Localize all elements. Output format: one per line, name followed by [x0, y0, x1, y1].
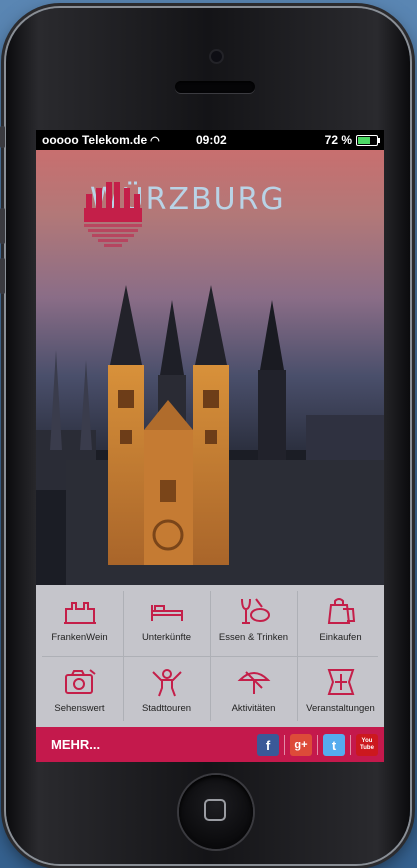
front-camera	[211, 51, 222, 62]
wifi-icon: ◠	[150, 134, 160, 147]
clock: 09:02	[196, 133, 227, 147]
bottom-bar: MEHR... f g+ t You Tube	[36, 727, 384, 762]
menu-item-label: Stadttouren	[141, 703, 192, 714]
menu-item-sehenswert[interactable]: Sehenswert	[36, 656, 123, 727]
menu-item-label: Unterkünfte	[141, 632, 192, 643]
phone-frame: ooooo Telekom.de ◠ 09:02 72 % WÜRZBURG F…	[0, 8, 410, 864]
volume-down-button	[0, 258, 5, 294]
bed-icon	[150, 605, 183, 621]
mute-switch	[0, 126, 5, 148]
google-plus-icon[interactable]: g+	[290, 734, 312, 756]
screen: ooooo Telekom.de ◠ 09:02 72 % WÜRZBURG F…	[36, 130, 384, 762]
food-drink-icon	[240, 598, 270, 624]
cathedral-logo-icon	[84, 182, 142, 247]
menu-item-unterkuenfte[interactable]: Unterkünfte	[123, 585, 210, 656]
menu-item-aktivitaeten[interactable]: Aktivitäten	[210, 656, 297, 727]
menu-item-label: FrankenWein	[51, 632, 108, 643]
menu-item-label: Sehenswert	[54, 703, 105, 714]
menu-item-label: Einkaufen	[319, 632, 362, 643]
hero-image: WÜRZBURG	[36, 150, 384, 585]
menu-item-stadttouren[interactable]: Stadttouren	[123, 656, 210, 727]
carrier: ooooo Telekom.de ◠	[42, 133, 160, 147]
camera-icon	[64, 669, 96, 694]
social-links: f g+ t You Tube	[257, 734, 378, 756]
status-bar: ooooo Telekom.de ◠ 09:02 72 %	[36, 130, 384, 150]
umbrella-icon	[237, 671, 270, 694]
shopping-bag-icon	[327, 598, 355, 624]
more-button[interactable]: MEHR...	[51, 737, 100, 752]
menu-item-label: Aktivitäten	[231, 703, 276, 714]
spotlight-icon	[327, 669, 354, 695]
battery-status: 72 %	[324, 133, 380, 147]
menu-item-einkaufen[interactable]: Einkaufen	[297, 585, 384, 656]
twitter-icon[interactable]: t	[323, 734, 345, 756]
battery-percent: 72 %	[324, 133, 352, 147]
menu-item-veranstaltungen[interactable]: Veranstaltungen	[297, 656, 384, 727]
battery-icon	[356, 134, 380, 146]
city-logo: WÜRZBURG	[84, 182, 286, 247]
menu-item-essen-trinken[interactable]: Essen & Trinken	[210, 585, 297, 656]
menu-item-label: Essen & Trinken	[218, 632, 289, 643]
menu-item-label: Veranstaltungen	[306, 703, 375, 714]
wine-castle-icon	[63, 602, 96, 624]
guide-person-icon	[151, 669, 182, 697]
youtube-icon[interactable]: You Tube	[356, 734, 378, 756]
facebook-icon[interactable]: f	[257, 734, 279, 756]
home-square-icon	[204, 799, 226, 821]
main-menu: FrankenWein Unterkünfte Essen & Trinken …	[36, 585, 384, 727]
volume-up-button	[0, 208, 5, 244]
menu-item-frankenwein[interactable]: FrankenWein	[36, 585, 123, 656]
carrier-label: ooooo Telekom.de	[42, 133, 148, 147]
home-button[interactable]	[179, 775, 253, 849]
earpiece-speaker	[175, 81, 255, 93]
